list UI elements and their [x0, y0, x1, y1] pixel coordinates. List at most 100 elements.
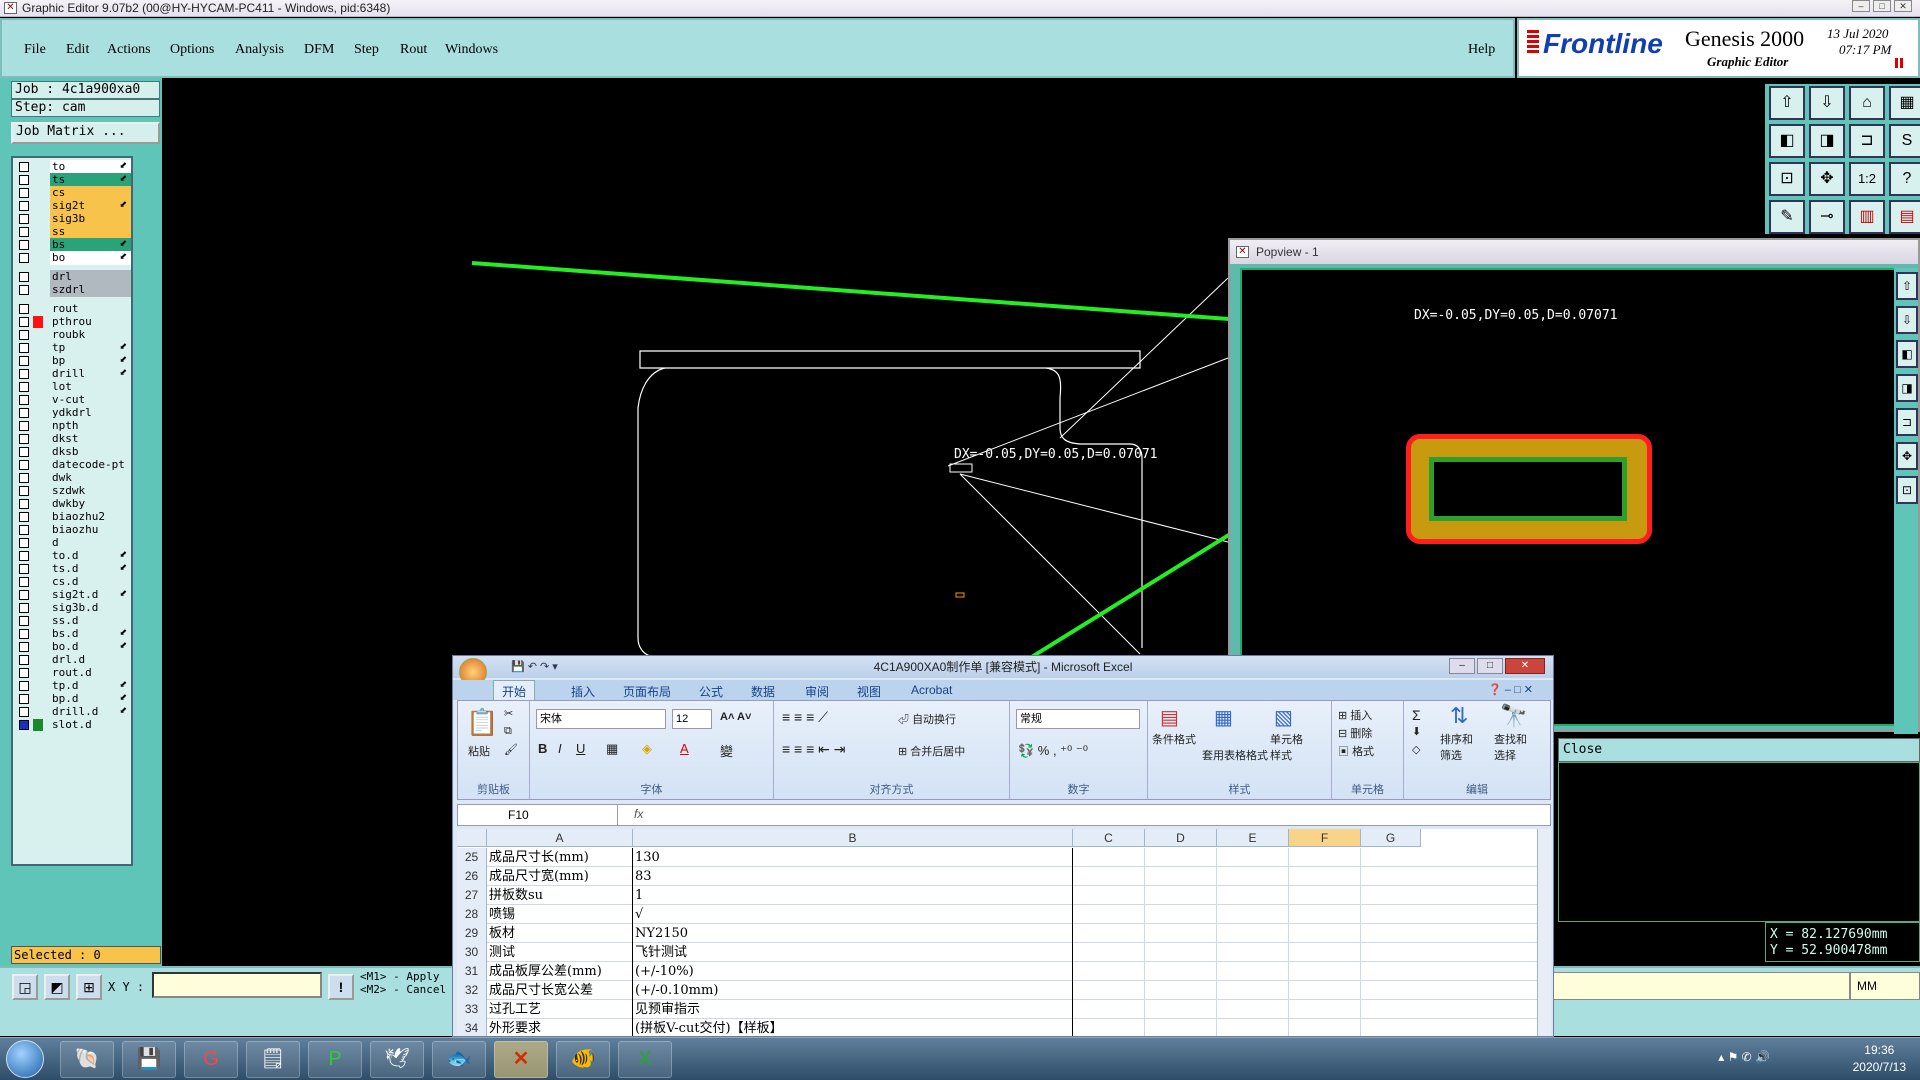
phonetic-icon[interactable]: 變 — [720, 741, 733, 760]
empty-cell[interactable] — [1289, 1000, 1361, 1019]
empty-cell[interactable] — [1289, 943, 1361, 962]
tab-home[interactable]: 开始 — [493, 680, 536, 700]
cursor-icon[interactable]: ✎ — [1769, 200, 1805, 234]
format-painter-icon[interactable]: 🖌 — [504, 743, 518, 756]
formula-input[interactable] — [658, 805, 1538, 825]
wrap-text-button[interactable]: ⏎ 自动换行 — [898, 711, 956, 727]
zoom-right-icon[interactable]: ◨ — [1809, 124, 1845, 158]
popview-tool-icon[interactable]: ◨ — [1896, 374, 1918, 402]
popview-tool-icon[interactable]: ◧ — [1896, 340, 1918, 368]
find-select-icon[interactable]: 🔭 — [1500, 703, 1527, 729]
row-number[interactable]: 26 — [457, 867, 487, 886]
paste-label[interactable]: 粘贴 — [468, 743, 490, 759]
copy-icon[interactable]: ⧉ — [504, 725, 512, 738]
minimize-button[interactable]: – — [1852, 0, 1870, 12]
empty-cell[interactable] — [1073, 867, 1145, 886]
bold-button[interactable]: B — [538, 741, 547, 756]
table-format-label[interactable]: 套用表格格式 — [1202, 747, 1268, 763]
row-number[interactable]: 34 — [457, 1019, 487, 1036]
empty-cell[interactable] — [1073, 962, 1145, 981]
cell-b[interactable]: 1 — [633, 886, 1073, 905]
cell-b[interactable]: (+/-10%) — [633, 962, 1073, 981]
empty-cell[interactable] — [1217, 848, 1289, 867]
empty-cell[interactable] — [1217, 1019, 1289, 1036]
popview-tool-icon[interactable]: ⊐ — [1896, 408, 1918, 436]
empty-cell[interactable] — [1145, 867, 1217, 886]
popview-close-button[interactable]: Close — [1558, 738, 1920, 762]
column-header[interactable]: B — [633, 829, 1073, 847]
tab-data[interactable]: 数据 — [751, 683, 775, 700]
start-button[interactable] — [6, 1040, 44, 1078]
empty-cell[interactable] — [1217, 1000, 1289, 1019]
empty-cell[interactable] — [1217, 943, 1289, 962]
empty-cell[interactable] — [1145, 848, 1217, 867]
fit-icon[interactable]: ⊡ — [1769, 162, 1805, 196]
window-icon[interactable]: ▦ — [1889, 86, 1920, 120]
fill-icon[interactable]: ⬇ — [1412, 725, 1421, 738]
close-button[interactable]: ✕ — [1894, 0, 1912, 12]
cell-a[interactable]: 测试 — [487, 943, 633, 962]
empty-cell[interactable] — [1073, 905, 1145, 924]
insert-cells-button[interactable]: ⊞ 插入 — [1338, 707, 1372, 723]
cell-a[interactable]: 成品尺寸长宽公差 — [487, 981, 633, 1000]
tab-page-layout[interactable]: 页面布局 — [623, 683, 671, 700]
empty-cell[interactable] — [1145, 962, 1217, 981]
align-left-icon[interactable]: ≡ ≡ ≡ ⇤ ⇥ — [782, 741, 846, 758]
taskbar-app-g-icon[interactable]: G — [184, 1041, 238, 1078]
popview-tool-icon[interactable]: ⇩ — [1896, 306, 1918, 334]
menu-help[interactable]: Help — [1468, 42, 1495, 58]
row-number[interactable]: 25 — [457, 848, 487, 867]
cut-icon[interactable]: ✂ — [504, 707, 513, 720]
snap-icon[interactable]: S — [1889, 124, 1920, 158]
border-icon[interactable]: ▦ — [606, 741, 618, 757]
cell-a[interactable]: 拼板数su — [487, 886, 633, 905]
grid-tool-icon[interactable]: ⊞ — [76, 974, 102, 1000]
tab-view[interactable]: 视图 — [857, 683, 881, 700]
taskbar-app-p-icon[interactable]: P — [308, 1041, 362, 1078]
column-header[interactable]: G — [1361, 829, 1421, 847]
measure-icon[interactable]: ⊸ — [1809, 200, 1845, 234]
popview-tool-icon[interactable]: ✥ — [1896, 442, 1918, 470]
taskbar-clock[interactable]: 19:36 2020/7/13 — [1853, 1042, 1906, 1076]
cell-b[interactable]: 130 — [633, 848, 1073, 867]
menu-rout[interactable]: Rout — [400, 42, 427, 58]
alert-icon[interactable]: ! — [328, 974, 354, 1000]
pan-icon[interactable]: ✥ — [1809, 162, 1845, 196]
menu-file[interactable]: File — [24, 42, 46, 58]
home-icon[interactable]: ⌂ — [1849, 86, 1885, 120]
empty-cell[interactable] — [1145, 886, 1217, 905]
empty-cell[interactable] — [1073, 924, 1145, 943]
popview-tool-icon[interactable]: ⊡ — [1896, 476, 1918, 504]
sort-filter-icon[interactable]: ⇅ — [1450, 703, 1468, 729]
column-header[interactable]: A — [487, 829, 633, 847]
cell-b[interactable]: √ — [633, 905, 1073, 924]
empty-cell[interactable] — [1289, 924, 1361, 943]
xy-input[interactable] — [152, 972, 322, 998]
vertical-scrollbar[interactable] — [1537, 829, 1551, 1036]
maximize-button[interactable]: □ — [1873, 0, 1891, 12]
find-select-label[interactable]: 查找和选择 — [1494, 731, 1536, 763]
empty-cell[interactable] — [1217, 924, 1289, 943]
sort-filter-label[interactable]: 排序和筛选 — [1440, 731, 1482, 763]
row-number[interactable]: 29 — [457, 924, 487, 943]
italic-button[interactable]: I — [558, 741, 562, 756]
empty-cell[interactable] — [1289, 981, 1361, 1000]
taskbar-app-genesis-icon[interactable]: ✕ — [494, 1041, 548, 1078]
cell-b[interactable]: NY2150 — [633, 924, 1073, 943]
cell-b[interactable]: (拼板V-cut交付)【样板】 — [633, 1019, 1073, 1036]
empty-cell[interactable] — [1289, 1019, 1361, 1036]
name-box[interactable]: F10 — [458, 805, 618, 825]
taskbar-app-shell-icon[interactable]: 🐚 — [60, 1041, 114, 1078]
empty-cell[interactable] — [1145, 905, 1217, 924]
cell-b[interactable]: 见预审指示 — [633, 1000, 1073, 1019]
format-cells-button[interactable]: ▣ 格式 — [1338, 743, 1374, 759]
row-number[interactable]: 32 — [457, 981, 487, 1000]
taskbar-app-notepad-icon[interactable]: 🗒 — [246, 1041, 300, 1078]
column-header[interactable]: D — [1145, 829, 1217, 847]
empty-cell[interactable] — [1145, 1000, 1217, 1019]
underline-button[interactable]: U — [576, 741, 585, 756]
select-all-corner[interactable] — [457, 829, 487, 847]
column-header[interactable]: C — [1073, 829, 1145, 847]
empty-cell[interactable] — [1217, 905, 1289, 924]
cell-b[interactable]: 83 — [633, 867, 1073, 886]
